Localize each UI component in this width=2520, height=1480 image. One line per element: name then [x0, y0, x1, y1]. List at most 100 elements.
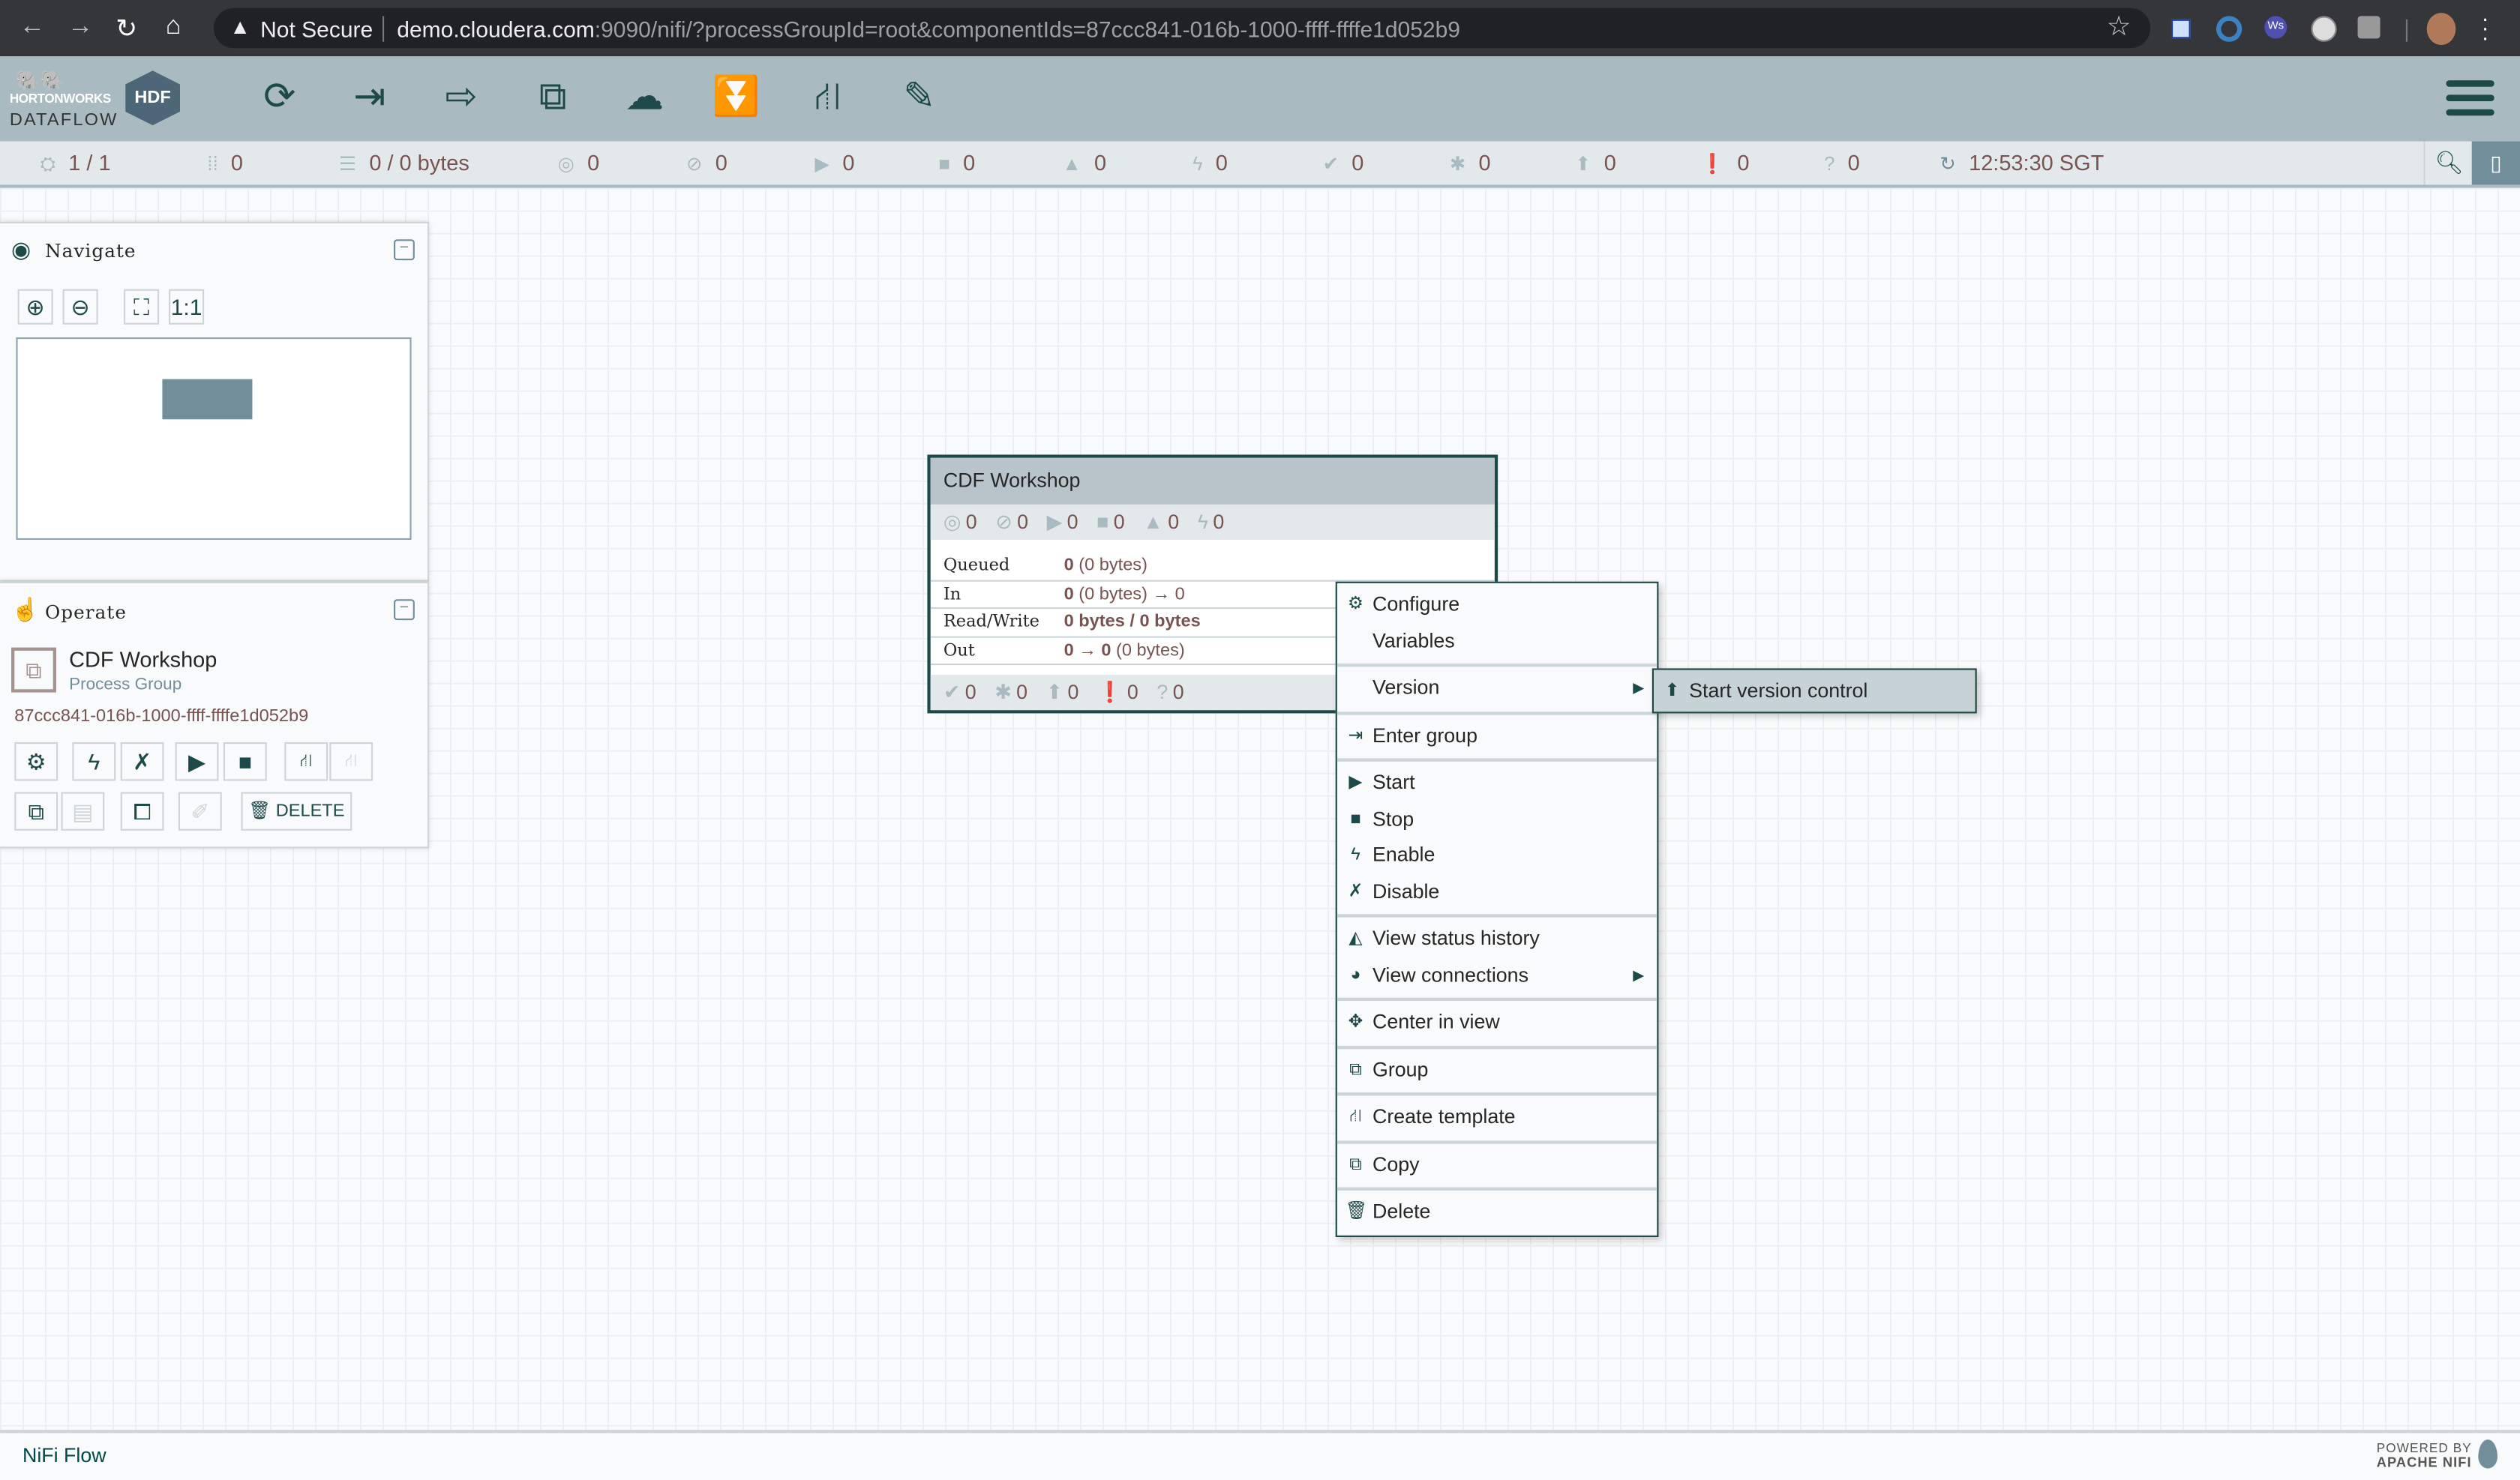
extension-icon[interactable]: Ws: [2264, 16, 2288, 39]
hortonworks-logo: 🐘🐘 HORTONWORKS DATAFLOW: [9, 69, 118, 130]
bulletin-board-button[interactable]: ▯: [2471, 141, 2520, 185]
delete-button[interactable]: 🗑︎ DELETE: [241, 792, 352, 831]
menu-item-group[interactable]: ⧉ Group: [1337, 1052, 1657, 1088]
actual-size-button[interactable]: 1:1: [169, 289, 205, 325]
queue-icon: ☰: [339, 152, 357, 175]
change-color-button[interactable]: ✐: [178, 792, 222, 831]
disabled-icon: ϟ: [1197, 511, 1208, 534]
question-icon: ?: [1824, 152, 1835, 175]
active-threads: ⛭ 1 / 1: [40, 151, 111, 175]
not-transmitting-icon: ⊘: [995, 511, 1012, 534]
play-icon: ▶: [1046, 511, 1063, 534]
menu-item-configure[interactable]: ⚙ Configure: [1337, 586, 1657, 622]
collapse-operate-button[interactable]: −: [394, 599, 415, 621]
menu-item-create-template[interactable]: ⛙ Create template: [1337, 1099, 1657, 1135]
footer: NiFi Flow POWERED BY APACHE NIFI: [0, 1430, 2520, 1480]
forward-icon[interactable]: →: [68, 13, 93, 42]
locally-modified-count: ✱ 0: [1449, 151, 1491, 175]
tokens-icon: ⁞⁞: [207, 152, 218, 175]
global-menu-button[interactable]: [2446, 80, 2494, 118]
back-icon[interactable]: ←: [20, 13, 45, 42]
zoom-in-button[interactable]: ⊕: [17, 289, 53, 325]
template-icon: ⛙: [814, 75, 842, 119]
add-output-port-button[interactable]: ⇨: [434, 72, 489, 124]
start-button[interactable]: ▶: [175, 741, 219, 781]
add-template-button[interactable]: ⛙: [800, 72, 855, 124]
check-icon: ✔: [943, 681, 961, 704]
create-template-button[interactable]: ⛙: [284, 741, 328, 781]
selected-component-type: Process Group: [69, 675, 182, 694]
stop-icon: ■: [938, 152, 950, 175]
reload-icon[interactable]: ↻: [116, 13, 137, 45]
url-text[interactable]: demo.cloudera.com:9090/nifi/?processGrou…: [397, 16, 1460, 41]
add-remote-process-group-button[interactable]: ☁: [617, 72, 672, 124]
birdseye-view[interactable]: [16, 337, 412, 540]
group-button[interactable]: ⧠: [120, 792, 164, 831]
home-icon[interactable]: ⌂: [166, 13, 182, 42]
exclamation-circle-icon: ❗: [1097, 681, 1123, 704]
upload-template-button[interactable]: ⛙: [329, 741, 374, 781]
locally-modified-stale-count: ❗ 0: [1700, 151, 1750, 175]
area-chart-icon: ◭: [1348, 928, 1363, 948]
remote-process-group-icon: ☁: [625, 75, 664, 119]
arrow-up-circle-icon: ⬆: [1046, 681, 1064, 704]
security-label[interactable]: Not Secure: [260, 16, 373, 41]
warning-icon: ▲: [230, 14, 251, 39]
total-tokens: ⁞⁞ 0: [207, 151, 243, 175]
stats-row-queued: Queued 0 (0 bytes): [930, 553, 1495, 581]
breadcrumb-nifi-flow[interactable]: NiFi Flow: [22, 1444, 106, 1467]
add-process-group-button[interactable]: ⧉: [526, 72, 580, 124]
menu-item-copy[interactable]: ⧉ Copy: [1337, 1146, 1657, 1182]
menu-item-version[interactable]: Version ▶: [1337, 670, 1657, 706]
play-icon: ▶: [1348, 772, 1363, 792]
running-count: ▶ 0: [814, 151, 855, 175]
extension-icon[interactable]: [2216, 16, 2242, 42]
collapse-navigate-button[interactable]: −: [394, 239, 415, 261]
add-funnel-button[interactable]: ⏬: [709, 72, 764, 124]
address-bar[interactable]: ▲ Not Secure demo.cloudera.com:9090/nifi…: [214, 7, 2151, 49]
trash-icon: 🗑︎: [1345, 1201, 1368, 1221]
asterisk-icon: ✱: [994, 681, 1012, 704]
nifi-drop-icon: [2478, 1440, 2498, 1469]
menu-item-center-in-view[interactable]: ✥ Center in view: [1337, 1004, 1657, 1040]
fit-to-screen-button[interactable]: ⛶: [124, 289, 160, 325]
menu-item-enter-group[interactable]: ⇥ Enter group: [1337, 718, 1657, 753]
processor-icon: ⟳: [263, 75, 296, 119]
menu-item-start-version-control[interactable]: ⬆ Start version control: [1654, 670, 1976, 712]
zoom-out-button[interactable]: ⊖: [62, 289, 98, 325]
menu-item-view-connections[interactable]: ◕ View connections ▶: [1337, 957, 1657, 993]
birdseye-viewport[interactable]: [162, 379, 253, 420]
copy-button[interactable]: ⧉: [14, 792, 58, 831]
selected-component-id: 87ccc841-016b-1000-ffff-ffffe1d052b9: [14, 706, 309, 727]
menu-dots-icon[interactable]: · · ·: [2482, 7, 2489, 49]
menu-item-view-status-history[interactable]: ◭ View status history: [1337, 921, 1657, 957]
search-button[interactable]: 🔍︎: [2423, 141, 2473, 185]
extension-icon[interactable]: [2171, 19, 2191, 39]
extension-icon[interactable]: [2357, 16, 2380, 39]
profile-avatar[interactable]: [2426, 13, 2456, 45]
exclamation-circle-icon: ❗: [1700, 152, 1725, 175]
menu-item-variables[interactable]: Variables: [1337, 622, 1657, 658]
stop-icon: ■: [1096, 511, 1109, 534]
extension-icon[interactable]: [2311, 16, 2337, 42]
enable-button[interactable]: ϟ: [72, 741, 116, 781]
menu-item-enable[interactable]: ϟ Enable: [1337, 837, 1657, 873]
menu-item-delete[interactable]: 🗑︎ Delete: [1337, 1194, 1657, 1230]
group-icon: ⧉: [1349, 1059, 1362, 1079]
hand-pointer-icon: ☝: [11, 596, 40, 622]
configure-button[interactable]: ⚙: [14, 741, 58, 781]
menu-item-start[interactable]: ▶ Start: [1337, 765, 1657, 801]
menu-item-stop[interactable]: ■ Stop: [1337, 801, 1657, 837]
menu-item-disable[interactable]: ✗ Disable: [1337, 873, 1657, 909]
question-icon: ?: [1156, 681, 1168, 704]
disable-button[interactable]: ✗: [120, 741, 164, 781]
add-input-port-button[interactable]: ⇥: [342, 72, 397, 124]
bookmark-star-icon[interactable]: ☆: [2107, 11, 2132, 43]
paste-button[interactable]: ▤: [61, 792, 105, 831]
add-processor-button[interactable]: ⟳: [252, 72, 307, 124]
stop-button[interactable]: ■: [223, 741, 267, 781]
add-label-button[interactable]: ✎: [892, 72, 946, 124]
refresh-status[interactable]: ↻ 12:53:30 SGT: [1940, 151, 2104, 175]
refresh-icon[interactable]: ↻: [1940, 153, 1956, 175]
hdf-logo: HDF: [125, 70, 180, 126]
